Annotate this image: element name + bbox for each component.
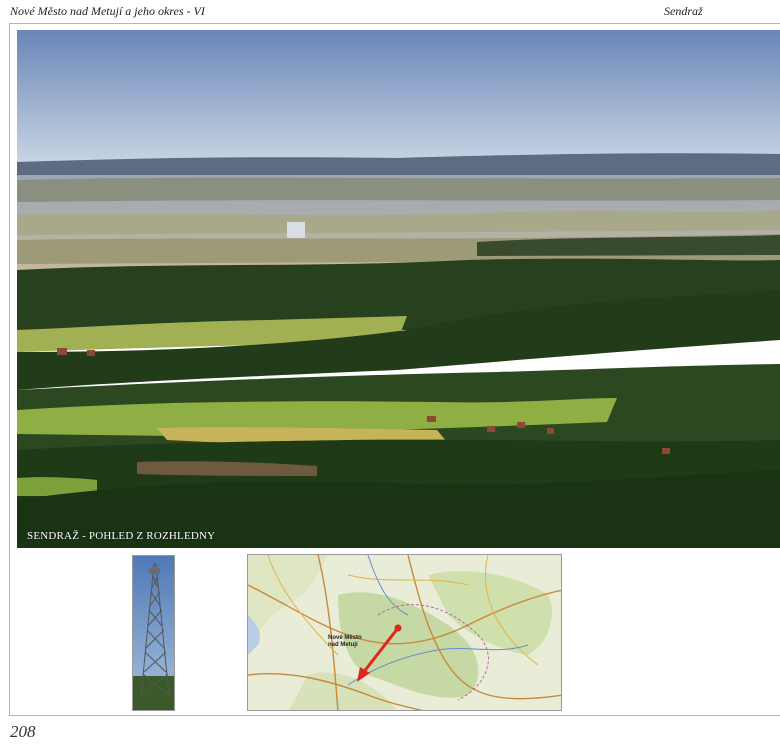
location-map: Nové Město nad Metují <box>247 554 562 711</box>
header-title: Nové Město nad Metují a jeho okres - VI <box>10 4 205 18</box>
photo-caption: SENDRAŽ - POHLED Z ROZHLEDNY <box>27 530 216 542</box>
tower-photo <box>132 555 175 711</box>
map-town-label-line2: nad Metují <box>328 642 358 648</box>
landscape-photo <box>17 30 780 548</box>
lookout-tower-illustration <box>133 556 174 710</box>
map-illustration <box>248 555 561 710</box>
header-section: Sendraž <box>664 4 703 18</box>
page-number: 208 <box>10 722 36 741</box>
landscape-illustration <box>17 30 780 548</box>
map-town-label-line1: Nové Město <box>328 635 362 641</box>
map-town-label: Nové Město nad Metují <box>328 635 368 649</box>
